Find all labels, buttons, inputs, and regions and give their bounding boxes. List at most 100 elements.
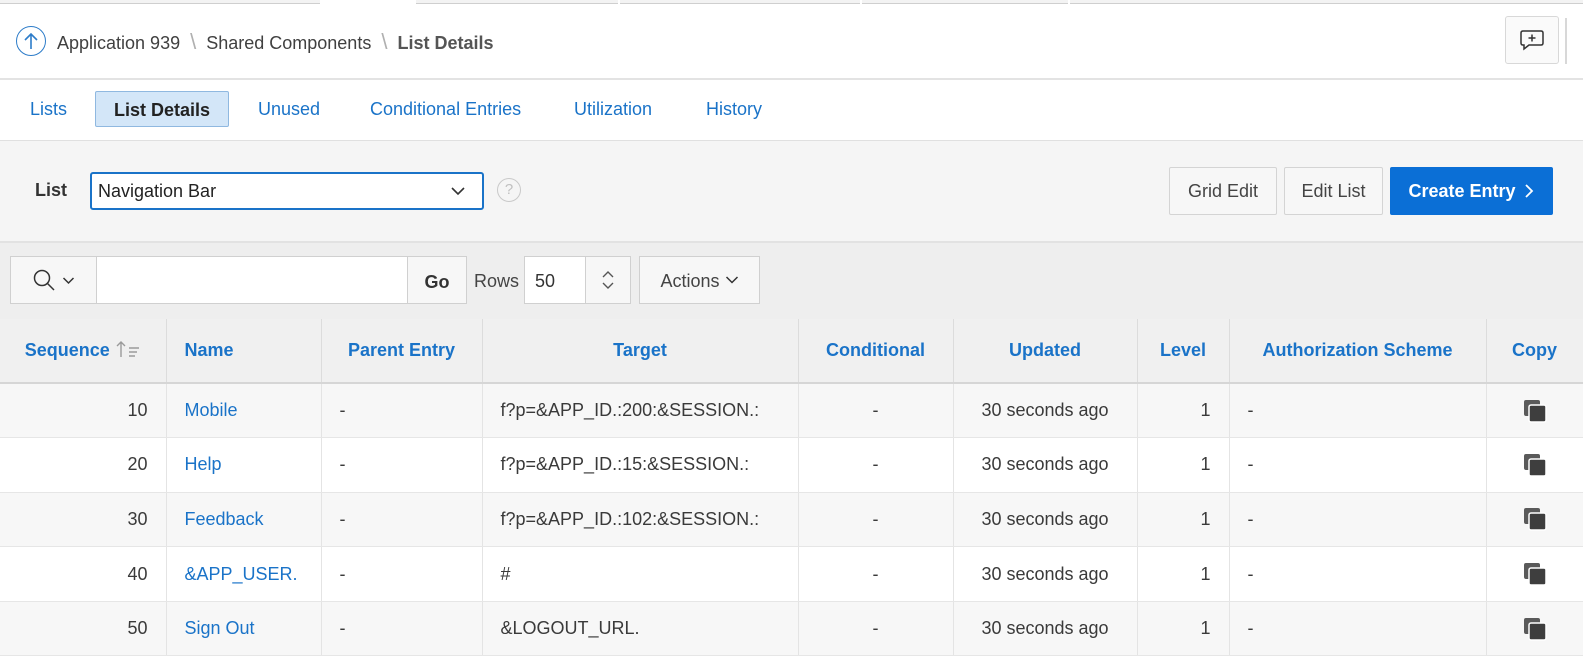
tab-lists[interactable]: Lists [12,91,85,127]
search-icon [33,269,55,291]
cell-authorization-scheme: - [1229,601,1487,657]
cell-level: 1 [1137,383,1230,439]
breadcrumb: Application 939 \ Shared Components \ Li… [57,29,493,56]
chevron-down-icon [62,276,75,284]
sort-ascending-icon [116,341,139,357]
actions-menu-button[interactable]: Actions [639,256,760,304]
chevron-down-icon [725,276,738,284]
column-header-copy[interactable]: Copy [1486,319,1583,384]
breadcrumb-item-shared-components[interactable]: Shared Components [206,33,371,54]
table-row: 30 Feedback - f?p=&APP_ID.:102:&SESSION.… [0,492,1583,548]
up-down-chevron-icon [602,271,614,289]
cell-target: f?p=&APP_ID.:200:&SESSION.: [482,383,799,439]
cell-level: 1 [1137,437,1230,493]
column-header-target[interactable]: Target [482,319,799,384]
entry-name-link[interactable]: Feedback [185,509,264,529]
create-entry-label: Create Entry [1408,181,1516,201]
tab-bar: Lists List Details Unused Conditional En… [0,80,1583,141]
copy-icon[interactable] [1522,452,1548,478]
cell-parent-entry: - [321,383,483,439]
comment-plus-icon [1520,30,1544,51]
cell-copy [1486,492,1583,548]
cell-updated: 30 seconds ago [953,492,1138,548]
cell-sequence: 10 [0,383,167,439]
entry-name-link[interactable]: Help [185,454,222,474]
column-header-sequence[interactable]: Sequence [0,319,167,384]
feedback-button[interactable] [1505,16,1559,64]
arrow-up-icon [24,32,38,49]
column-header-label: Sequence [24,340,110,360]
cell-copy [1486,437,1583,493]
cell-conditional: - [798,601,954,657]
cell-authorization-scheme: - [1229,546,1487,602]
chevron-right-icon [1524,184,1533,198]
cell-sequence: 50 [0,601,167,657]
column-header-level[interactable]: Level [1137,319,1230,384]
cell-sequence: 40 [0,546,167,602]
cell-name: Help [166,437,322,493]
grid-edit-button[interactable]: Grid Edit [1169,167,1277,215]
search-column-selector[interactable] [10,256,97,304]
report-toolbar: Go Rows 50 Actions [0,243,1583,319]
cell-level: 1 [1137,492,1230,548]
cell-name: Feedback [166,492,322,548]
cell-conditional: - [798,492,954,548]
rows-select[interactable]: 50 [524,256,631,304]
breadcrumb-item-application[interactable]: Application 939 [57,33,180,54]
chevron-down-icon [451,187,465,196]
copy-icon[interactable] [1522,506,1548,532]
edit-list-button[interactable]: Edit List [1284,167,1383,215]
cell-sequence: 30 [0,492,167,548]
tab-unused[interactable]: Unused [240,91,338,127]
rows-stepper[interactable] [585,257,630,303]
cell-parent-entry: - [321,601,483,657]
cell-conditional: - [798,546,954,602]
copy-icon[interactable] [1522,398,1548,424]
cell-target: f?p=&APP_ID.:15:&SESSION.: [482,437,799,493]
navigate-up-button[interactable] [16,26,46,56]
table-header-row: Sequence Name Parent Entry Target Condit… [0,319,1583,384]
breadcrumb-separator: \ [381,29,388,54]
help-icon[interactable]: ? [497,178,521,202]
rows-label: Rows [474,271,520,291]
go-button[interactable]: Go [407,256,467,304]
cell-conditional: - [798,437,954,493]
table-row: 10 Mobile - f?p=&APP_ID.:200:&SESSION.: … [0,383,1583,439]
tab-utilization[interactable]: Utilization [556,91,670,127]
cell-copy [1486,383,1583,439]
table-row: 20 Help - f?p=&APP_ID.:15:&SESSION.: - 3… [0,437,1583,493]
cell-conditional: - [798,383,954,439]
list-entries-table: Sequence Name Parent Entry Target Condit… [0,319,1583,657]
tab-history[interactable]: History [688,91,780,127]
search-input[interactable] [96,256,408,304]
table-row: 50 Sign Out - &LOGOUT_URL. - 30 seconds … [0,601,1583,657]
create-entry-button[interactable]: Create Entry [1390,167,1553,215]
page-header: Application 939 \ Shared Components \ Li… [0,4,1583,80]
cell-authorization-scheme: - [1229,383,1487,439]
cell-sequence: 20 [0,437,167,493]
entry-name-link[interactable]: Mobile [185,400,238,420]
cell-authorization-scheme: - [1229,492,1487,548]
column-header-conditional[interactable]: Conditional [798,319,954,384]
cell-updated: 30 seconds ago [953,383,1138,439]
column-header-authorization-scheme[interactable]: Authorization Scheme [1229,319,1487,384]
list-select-value: Navigation Bar [98,181,217,201]
column-header-updated[interactable]: Updated [953,319,1138,384]
tab-list-details[interactable]: List Details [95,91,230,127]
column-header-parent-entry[interactable]: Parent Entry [321,319,483,384]
entry-name-link[interactable]: &APP_USER. [185,564,298,584]
copy-icon[interactable] [1522,561,1548,587]
table-row: 40 &APP_USER. - # - 30 seconds ago 1 - [0,546,1583,602]
cell-target: f?p=&APP_ID.:102:&SESSION.: [482,492,799,548]
entry-name-link[interactable]: Sign Out [185,618,255,638]
cell-name: Sign Out [166,601,322,657]
list-label: List [35,180,68,200]
tab-conditional-entries[interactable]: Conditional Entries [352,91,539,127]
column-header-name[interactable]: Name [166,319,322,384]
copy-icon[interactable] [1522,616,1548,642]
cell-parent-entry: - [321,546,483,602]
list-select[interactable]: Navigation Bar [90,172,484,210]
actions-label: Actions [660,271,720,291]
cell-level: 1 [1137,546,1230,602]
cell-level: 1 [1137,601,1230,657]
